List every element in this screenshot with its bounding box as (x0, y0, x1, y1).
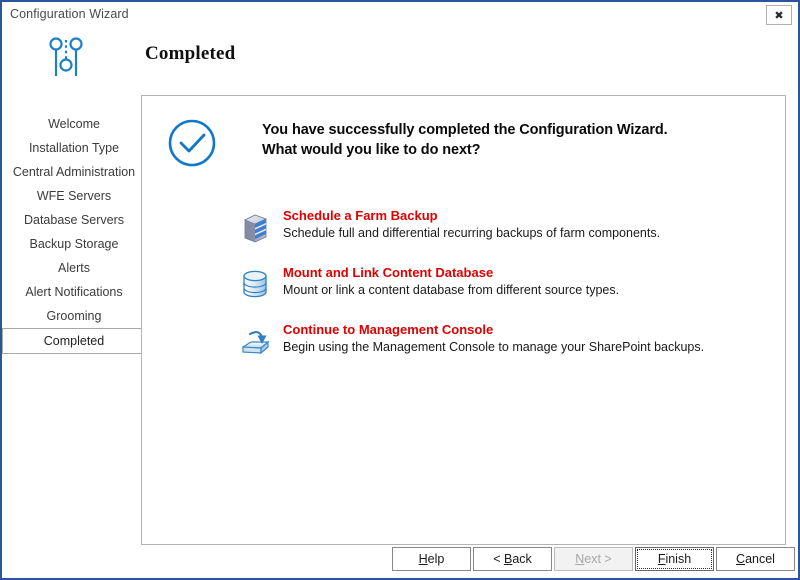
page-title: Completed (145, 43, 236, 64)
configuration-wizard-window: Configuration Wizard ✖ Completed Welcome… (0, 0, 800, 580)
sidebar-item-alert-notifications[interactable]: Alert Notifications (2, 280, 146, 304)
success-line-1: You have successfully completed the Conf… (262, 122, 668, 138)
success-line-2: What would you like to do next? (262, 142, 481, 158)
action-description: Begin using the Management Console to ma… (283, 340, 705, 354)
action-continue-management-console[interactable]: Continue to Management Console Begin usi… (239, 322, 759, 379)
window-title: Configuration Wizard (10, 7, 129, 21)
back-button[interactable]: < Back (473, 547, 552, 571)
inbox-download-icon (239, 325, 271, 357)
sidebar-item-backup-storage[interactable]: Backup Storage (2, 232, 146, 256)
help-button[interactable]: Help (392, 547, 471, 571)
action-title[interactable]: Schedule a Farm Backup (283, 208, 438, 223)
content-panel: You have successfully completed the Conf… (141, 95, 786, 545)
close-button[interactable]: ✖ (766, 5, 792, 25)
action-mount-link-content-database[interactable]: Mount and Link Content Database Mount or… (239, 265, 759, 322)
sidebar-item-completed[interactable]: Completed (2, 328, 146, 354)
server-stack-icon (239, 211, 271, 243)
cancel-button[interactable]: Cancel (716, 547, 795, 571)
sidebar-item-installation-type[interactable]: Installation Type (2, 136, 146, 160)
sidebar-item-wfe-servers[interactable]: WFE Servers (2, 184, 146, 208)
action-description: Schedule full and differential recurring… (283, 226, 661, 240)
title-bar: Configuration Wizard ✖ (2, 2, 798, 28)
database-cylinder-icon (239, 268, 271, 300)
action-title[interactable]: Continue to Management Console (283, 322, 493, 337)
close-icon: ✖ (774, 8, 784, 22)
wizard-button-bar: Help < Back Next > Finish Cancel (2, 542, 798, 578)
action-schedule-farm-backup[interactable]: Schedule a Farm Backup Schedule full and… (239, 208, 759, 265)
finish-button[interactable]: Finish (635, 547, 714, 571)
sidebar-item-welcome[interactable]: Welcome (2, 112, 146, 136)
next-action-list: Schedule a Farm Backup Schedule full and… (239, 208, 759, 379)
wizard-step-nav: Welcome Installation Type Central Admini… (2, 90, 146, 542)
action-title[interactable]: Mount and Link Content Database (283, 265, 493, 280)
next-button[interactable]: Next > (554, 547, 633, 571)
sidebar-item-central-administration[interactable]: Central Administration (2, 160, 146, 184)
action-description: Mount or link a content database from di… (283, 283, 620, 297)
sidebar-item-grooming[interactable]: Grooming (2, 304, 146, 328)
sidebar-item-alerts[interactable]: Alerts (2, 256, 146, 280)
sidebar-item-database-servers[interactable]: Database Servers (2, 208, 146, 232)
wizard-header: Completed (2, 28, 798, 90)
settings-sliders-icon (38, 32, 94, 84)
success-text: You have successfully completed the Conf… (262, 120, 668, 160)
check-circle-icon (167, 118, 217, 168)
